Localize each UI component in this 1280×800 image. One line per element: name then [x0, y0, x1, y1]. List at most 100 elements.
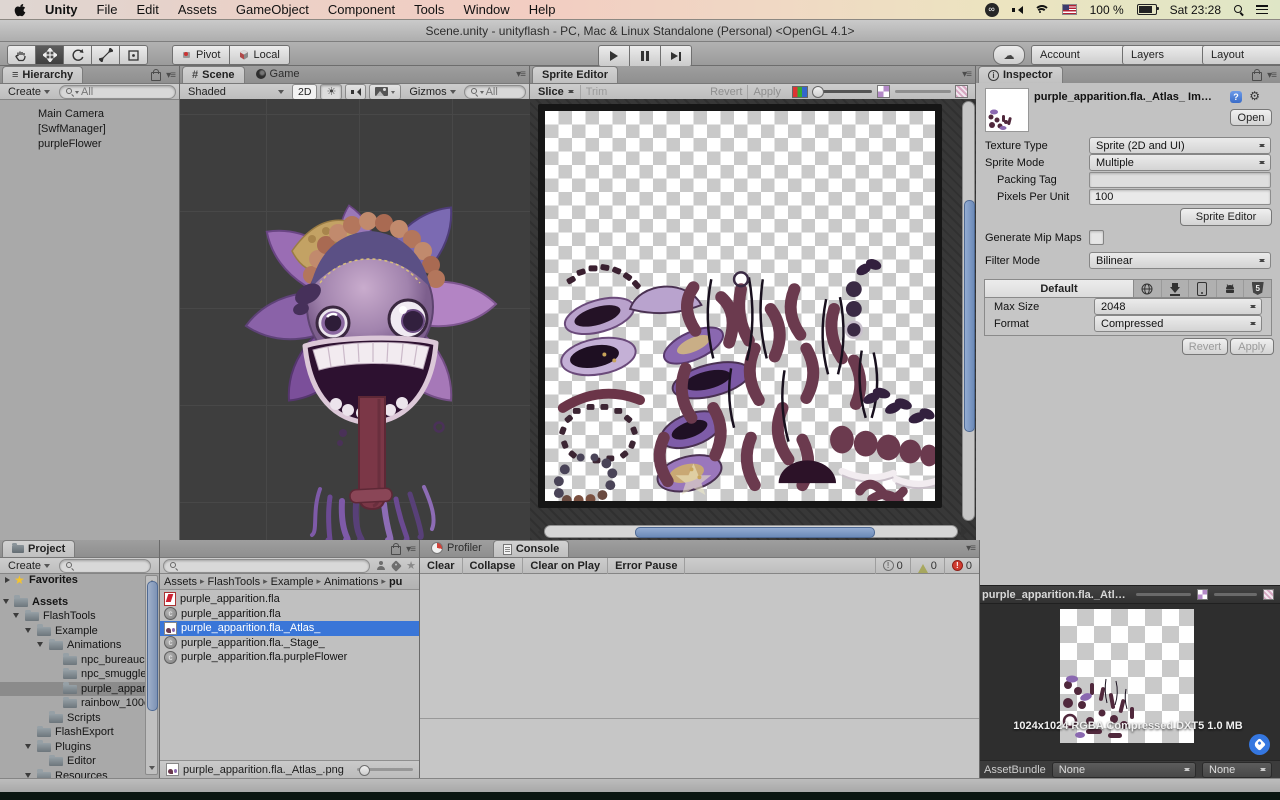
tree-item-purple-appari[interactable]: purple_appari	[0, 681, 146, 696]
file-row[interactable]: purple_apparition.fla	[160, 607, 419, 622]
tree-item-rainbow[interactable]: rainbow_100c	[0, 696, 146, 711]
zoom-slider[interactable]	[812, 86, 872, 98]
console-clear-on-play-button[interactable]: Clear on Play	[523, 557, 609, 574]
platform-tab-default[interactable]: Default	[985, 280, 1134, 297]
tab-sprite-editor[interactable]: Sprite Editor	[532, 66, 619, 83]
breadcrumb-example[interactable]: Example	[271, 576, 321, 588]
pivot-toggle-button[interactable]: Pivot	[172, 45, 231, 65]
cloud-services-button[interactable]	[993, 45, 1025, 65]
menu-assets[interactable]: Assets	[178, 2, 217, 17]
mipmaps-checkbox[interactable]	[1089, 230, 1104, 245]
texture-type-dropdown[interactable]: Sprite (2D and UI)	[1089, 137, 1271, 154]
tree-item-resources[interactable]: Resources	[0, 769, 146, 778]
console-clear-button[interactable]: Clear	[420, 557, 463, 574]
step-button[interactable]	[661, 45, 692, 67]
platform-tab-webgl[interactable]: 5	[1244, 280, 1271, 297]
apply-button[interactable]: Apply	[747, 84, 786, 99]
console-info-count[interactable]: 0	[874, 557, 910, 574]
console-warning-count[interactable]: 0	[909, 557, 944, 574]
breadcrumb-assets[interactable]: Assets	[164, 576, 205, 588]
tree-item-plugins[interactable]: Plugins	[0, 740, 146, 755]
gear-icon[interactable]	[1249, 89, 1260, 103]
apple-menu-icon[interactable]	[14, 3, 26, 17]
hand-tool-button[interactable]	[7, 45, 36, 65]
file-row[interactable]: purple_apparition.fla.purpleFlower	[160, 650, 419, 665]
breadcrumb-animations[interactable]: Animations	[324, 576, 386, 588]
tree-item-assets[interactable]: Assets	[0, 595, 146, 610]
hierarchy-item-swfmanager[interactable]: [SwfManager]	[0, 121, 179, 136]
scroll-right-arrow-icon[interactable]	[961, 527, 972, 537]
tree-item-animations[interactable]: Animations	[0, 638, 146, 653]
breadcrumb-flashtools[interactable]: FlashTools	[208, 576, 268, 588]
volume-icon[interactable]	[1011, 5, 1023, 14]
assetbundle-variant-dropdown[interactable]: None	[1202, 761, 1272, 778]
tree-item-npc-bureaucr[interactable]: npc_bureaucr	[0, 653, 146, 668]
pause-button[interactable]	[630, 45, 661, 67]
lock-icon[interactable]	[1252, 69, 1263, 81]
menu-edit[interactable]: Edit	[136, 2, 158, 17]
lock-icon[interactable]	[391, 543, 402, 555]
console-collapse-button[interactable]: Collapse	[463, 557, 524, 574]
creative-cloud-icon[interactable]	[984, 2, 999, 17]
menu-tools[interactable]: Tools	[414, 2, 444, 17]
scene-viewport[interactable]	[180, 99, 530, 540]
notification-center-icon[interactable]	[1256, 5, 1268, 14]
hierarchy-search-input[interactable]: All	[59, 84, 176, 99]
input-language-flag-icon[interactable]	[1061, 4, 1077, 15]
filter-mode-dropdown[interactable]: Bilinear	[1089, 252, 1271, 269]
rotate-tool-button[interactable]	[64, 45, 92, 65]
console-split-divider[interactable]	[420, 718, 979, 719]
console-error-pause-button[interactable]: Error Pause	[608, 557, 686, 574]
tab-project[interactable]: Project	[2, 540, 76, 557]
audio-toggle-button[interactable]	[345, 83, 367, 100]
panel-menu-icon[interactable]	[1267, 70, 1276, 81]
file-row[interactable]: purple_apparition.fla	[160, 592, 419, 607]
panel-menu-icon[interactable]	[962, 69, 971, 80]
sprite-mode-dropdown[interactable]: Multiple	[1089, 154, 1271, 171]
asset-labels-button[interactable]	[1249, 734, 1270, 755]
battery-icon[interactable]	[1136, 4, 1159, 15]
favorites-icon[interactable]	[406, 559, 416, 572]
sprite-editor-canvas[interactable]	[530, 99, 976, 540]
search-by-type-icon[interactable]	[376, 561, 386, 570]
menu-window[interactable]: Window	[463, 2, 509, 17]
effects-dropdown[interactable]	[369, 83, 402, 100]
tree-item-favorites[interactable]: Favorites	[0, 573, 146, 588]
scroll-left-arrow-icon[interactable]	[533, 527, 544, 537]
tab-hierarchy[interactable]: Hierarchy	[2, 66, 84, 83]
lock-icon[interactable]	[151, 69, 162, 81]
sprite-editor-hscrollbar[interactable]	[544, 525, 958, 538]
panel-menu-icon[interactable]	[516, 69, 525, 80]
file-row[interactable]: purple_apparition.fla._Stage_	[160, 636, 419, 651]
project-create-button[interactable]: Create	[3, 559, 55, 573]
tab-game[interactable]: Game	[247, 66, 309, 82]
tab-profiler[interactable]: Profiler	[422, 540, 491, 556]
hierarchy-create-button[interactable]: Create	[3, 85, 55, 99]
inspector-apply-button[interactable]: Apply	[1230, 338, 1274, 355]
panel-menu-icon[interactable]	[166, 70, 175, 81]
play-button[interactable]	[598, 45, 630, 67]
hierarchy-item-main-camera[interactable]: Main Camera	[0, 106, 179, 121]
menu-unity[interactable]: Unity	[45, 2, 78, 17]
menubar-clock[interactable]: Sat 23:28	[1170, 3, 1221, 17]
scene-search-input[interactable]: All	[463, 84, 526, 99]
console-error-count[interactable]: 0	[943, 557, 979, 574]
spotlight-icon[interactable]	[1234, 5, 1243, 14]
sprite-editor-button[interactable]: Sprite Editor	[1180, 208, 1272, 226]
help-icon[interactable]	[1230, 91, 1242, 103]
project-search-input[interactable]	[59, 558, 152, 573]
layout-dropdown[interactable]: Layout	[1202, 45, 1280, 65]
menu-file[interactable]: File	[97, 2, 118, 17]
browser-search-input[interactable]	[163, 558, 371, 573]
platform-tab-standalone[interactable]	[1162, 280, 1190, 297]
slice-dropdown[interactable]: Slice	[533, 85, 580, 99]
sprite-editor-vscrollbar[interactable]	[962, 101, 975, 521]
breadcrumb-current[interactable]: pu	[389, 576, 405, 588]
open-button[interactable]: Open	[1230, 109, 1272, 126]
pixels-per-unit-field[interactable]: 100	[1089, 188, 1271, 205]
platform-tab-ios[interactable]	[1189, 280, 1217, 297]
tree-item-flashexport[interactable]: FlashExport	[0, 725, 146, 740]
platform-tab-web[interactable]	[1134, 280, 1162, 297]
assetbundle-dropdown[interactable]: None	[1051, 761, 1196, 778]
packing-tag-field[interactable]	[1089, 171, 1271, 188]
